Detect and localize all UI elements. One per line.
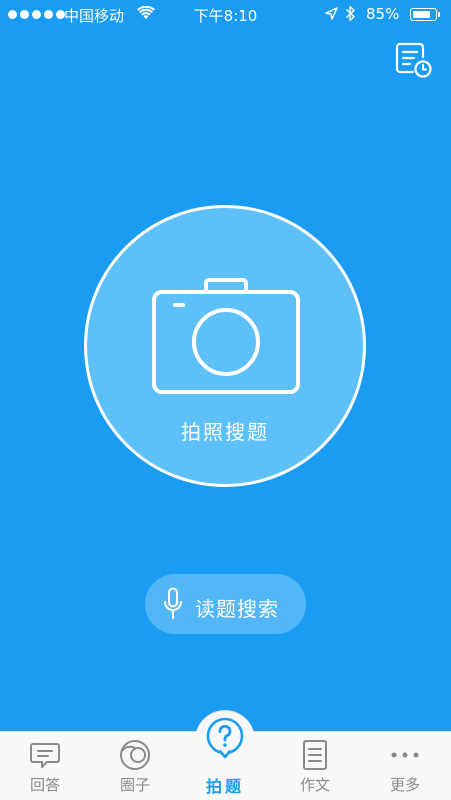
tab-answer[interactable]: 回答 xyxy=(0,732,90,800)
photo-search-label: 拍照搜题 xyxy=(181,420,269,444)
tab-label-photo-question: 拍题 xyxy=(205,777,244,796)
more-dots-icon xyxy=(391,752,419,758)
tab-photo-question-bubble[interactable] xyxy=(195,710,255,770)
question-bubble-icon xyxy=(206,717,244,759)
voice-search-label: 读题搜索 xyxy=(195,597,279,621)
photo-search-button[interactable]: 拍照搜题 xyxy=(84,205,366,487)
tab-label-answer: 回答 xyxy=(29,776,60,794)
circles-icon xyxy=(120,740,150,770)
tab-label-essay: 作文 xyxy=(299,776,330,794)
tab-label-circles: 圈子 xyxy=(119,776,150,794)
tab-label-more: 更多 xyxy=(389,776,420,794)
photo-search-screen: 中国移动 下午8:10 85% 拍照搜题 读题搜索 回答 圈子 拍题 作文 更多 xyxy=(0,0,451,800)
bluetooth-icon xyxy=(346,5,355,22)
history-list-icon xyxy=(395,42,432,78)
battery-percent: 85% xyxy=(366,5,400,23)
voice-search-button[interactable]: 读题搜索 xyxy=(145,574,306,634)
location-arrow-icon xyxy=(325,7,338,20)
tab-circles[interactable]: 圈子 xyxy=(90,732,180,800)
battery-icon xyxy=(410,8,440,21)
status-bar: 中国移动 下午8:10 85% xyxy=(0,0,451,30)
document-icon xyxy=(303,740,327,770)
microphone-icon xyxy=(164,587,182,619)
camera-icon xyxy=(152,278,300,394)
chat-bubble-icon xyxy=(30,743,60,768)
tab-essay[interactable]: 作文 xyxy=(270,732,360,800)
history-button[interactable] xyxy=(394,40,434,80)
tab-more[interactable]: 更多 xyxy=(360,732,450,800)
